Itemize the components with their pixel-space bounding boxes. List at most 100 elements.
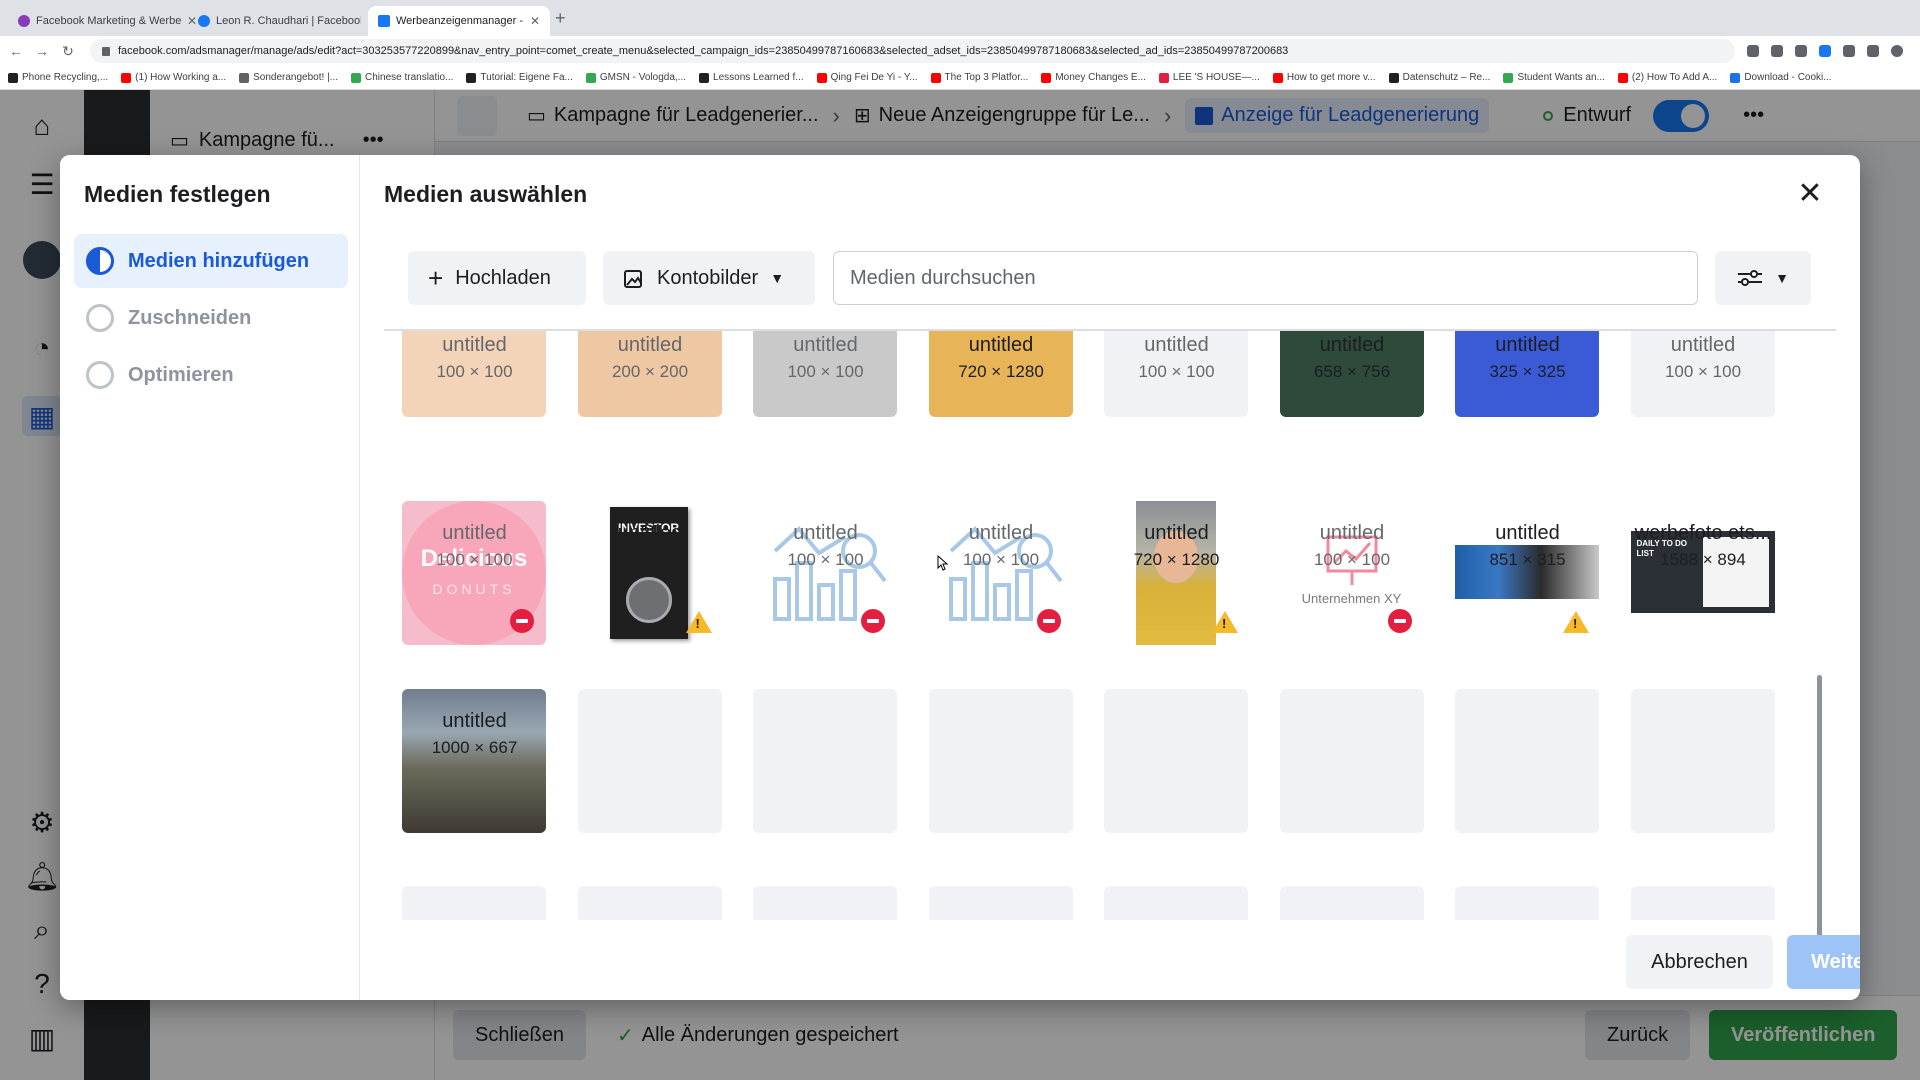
zoom-icon[interactable]	[1747, 45, 1759, 57]
close-icon[interactable]: ✕	[1794, 179, 1826, 211]
bookmark-item[interactable]: Datenschutz – Re...	[1388, 72, 1491, 83]
media-dimensions: 100 × 100	[1664, 362, 1742, 381]
filter-sliders-icon	[1738, 270, 1763, 286]
bookmark-label: Qing Fei De Yi - Y...	[830, 72, 918, 83]
bookmark-label: Chinese translatio...	[365, 72, 454, 83]
bookmark-item[interactable]: GMSN - Vologda,...	[585, 72, 687, 83]
bookmark-label: Datenschutz – Re...	[1402, 72, 1491, 83]
cancel-button[interactable]: Abbrechen	[1626, 935, 1773, 989]
bookmark-favicon-icon	[1041, 72, 1052, 83]
browser-tab-2[interactable]: Leon R. Chaudhari | Facebook ✕	[188, 6, 387, 36]
forward-arrow-icon[interactable]: →	[32, 43, 52, 59]
bookmark-item[interactable]: Money Changes E...	[1041, 72, 1146, 83]
media-dimensions: 851 × 315	[1489, 550, 1566, 569]
media-placeholder	[1104, 689, 1248, 833]
browser-tab-3-active[interactable]: Werbeanzeigenmanager - Wer... ✕	[368, 6, 550, 36]
adsmanager-favicon-icon	[378, 15, 390, 27]
media-dimensions: 100 × 100	[787, 550, 864, 569]
tab-close-icon[interactable]: ✕	[530, 14, 540, 28]
media-name: untitled	[1144, 522, 1209, 544]
bookmark-item[interactable]: Chinese translatio...	[351, 72, 453, 83]
media-source-label: Kontobilder	[657, 266, 759, 289]
bookmark-favicon-icon	[1272, 72, 1283, 83]
media-placeholder	[1455, 886, 1599, 920]
media-name: untitled	[1670, 334, 1736, 356]
media-name: untitled	[1144, 334, 1209, 356]
bookmark-label: Phone Recycling,...	[22, 72, 109, 83]
media-placeholder	[1279, 689, 1424, 833]
media-name: untitled	[442, 710, 507, 732]
step-crop[interactable]: Zuschneiden	[74, 291, 348, 345]
error-badge-icon	[861, 609, 885, 633]
bookmark-favicon-icon	[1158, 72, 1169, 83]
bookmarks-bar: Phone Recycling,... (1) How Working a... S…	[0, 66, 1920, 90]
step-circle-icon	[86, 361, 114, 389]
bookmark-label: Student Wants an...	[1517, 72, 1605, 83]
plus-icon: +	[428, 262, 444, 293]
media-name: werbefoto ets...	[1634, 522, 1772, 544]
upload-button[interactable]: + Hochladen	[408, 251, 586, 305]
profile-avatar-icon[interactable]	[1891, 45, 1903, 57]
bookmark-favicon-icon	[1388, 72, 1399, 83]
address-bar: ← → ↻ facebook.com/adsmanager/manage/ads…	[0, 36, 1920, 66]
share-icon[interactable]	[1771, 45, 1783, 57]
media-dimensions: 1588 × 894	[1660, 550, 1746, 569]
media-placeholder	[1455, 689, 1599, 833]
extensions-puzzle-icon[interactable]	[1843, 45, 1855, 57]
bookmark-label: (2) How To Add A...	[1631, 72, 1718, 83]
media-placeholder	[1279, 886, 1424, 920]
bookmark-favicon-icon	[8, 72, 18, 83]
back-arrow-icon[interactable]: ←	[6, 43, 26, 59]
lock-icon	[102, 46, 110, 56]
step-label: Medien hinzufügen	[128, 249, 310, 272]
url-field[interactable]: facebook.com/adsmanager/manage/ads/edit?…	[90, 39, 1735, 63]
bookmark-item[interactable]: How to get more v...	[1272, 72, 1376, 83]
bookmark-item[interactable]: The Top 3 Platfor...	[930, 72, 1028, 83]
next-button[interactable]: Weiter	[1787, 935, 1860, 989]
media-name: untitled	[442, 334, 507, 356]
bookmark-item[interactable]: Qing Fei De Yi - Y...	[816, 72, 918, 83]
bookmark-item[interactable]: Sonderangebot! |...	[239, 72, 338, 83]
error-badge-icon	[510, 609, 534, 633]
media-source-dropdown[interactable]: Kontobilder ▼	[603, 251, 815, 305]
new-tab-icon[interactable]: +	[555, 8, 566, 29]
media-name: untitled	[1319, 334, 1385, 356]
bookmark-item[interactable]: Lessons Learned f...	[699, 72, 804, 83]
media-dimensions: 720 × 1280	[1133, 550, 1220, 569]
error-badge-icon	[1036, 609, 1061, 633]
media-dialog: Medien festlegen Medien hinzufügen Zusch…	[60, 155, 1860, 1000]
search-input[interactable]	[833, 251, 1698, 305]
bookmark-item[interactable]: Student Wants an...	[1503, 72, 1605, 83]
bookmark-item[interactable]: (1) How Working a...	[121, 72, 226, 83]
reload-icon[interactable]: ↻	[58, 43, 78, 60]
bookmark-label: Download - Cooki...	[1744, 72, 1832, 83]
media-grid-scrollbar[interactable]	[1817, 675, 1822, 953]
media-placeholder	[928, 689, 1073, 833]
bookmark-item[interactable]: Phone Recycling,...	[8, 72, 108, 83]
bookmark-item[interactable]: LEE 'S HOUSE—...	[1158, 72, 1260, 83]
bookmark-item[interactable]: Tutorial: Eigene Fa...	[466, 72, 573, 83]
media-name: untitled	[793, 334, 858, 356]
media-dimensions: 100 × 100	[436, 550, 513, 569]
bookmark-label: GMSN - Vologda,...	[599, 72, 687, 83]
thumb-subtext: DONUTS	[432, 581, 516, 597]
bookmark-favicon-icon	[816, 72, 827, 83]
step-optimize[interactable]: Optimieren	[74, 348, 348, 402]
mouse-cursor-icon	[937, 555, 949, 571]
step-progress-icon	[86, 247, 114, 275]
filter-dropdown[interactable]: ▼	[1715, 251, 1811, 305]
facebook-extension-icon[interactable]	[1819, 45, 1831, 57]
media-selection-panel: Medien auswählen ✕ + Hochladen Kontobild…	[360, 155, 1860, 1000]
facebook-favicon-icon	[198, 15, 210, 27]
step-add-media[interactable]: Medien hinzufügen	[74, 234, 348, 288]
step-label: Zuschneiden	[128, 306, 252, 329]
bookmark-item[interactable]: Download - Cooki...	[1730, 72, 1832, 83]
browser-tab-bar: Facebook Marketing & Werbe... ✕ Leon R. …	[0, 0, 1920, 36]
bookmark-item[interactable]: (2) How To Add A...	[1617, 72, 1718, 83]
warning-badge-icon	[1212, 611, 1238, 633]
sidepanel-icon[interactable]	[1867, 45, 1879, 57]
dialog-title: Medien auswählen	[384, 181, 588, 207]
browser-tab-1[interactable]: Facebook Marketing & Werbe... ✕	[8, 6, 207, 36]
bookmark-star-icon[interactable]	[1795, 45, 1807, 57]
media-placeholder	[1630, 886, 1775, 920]
